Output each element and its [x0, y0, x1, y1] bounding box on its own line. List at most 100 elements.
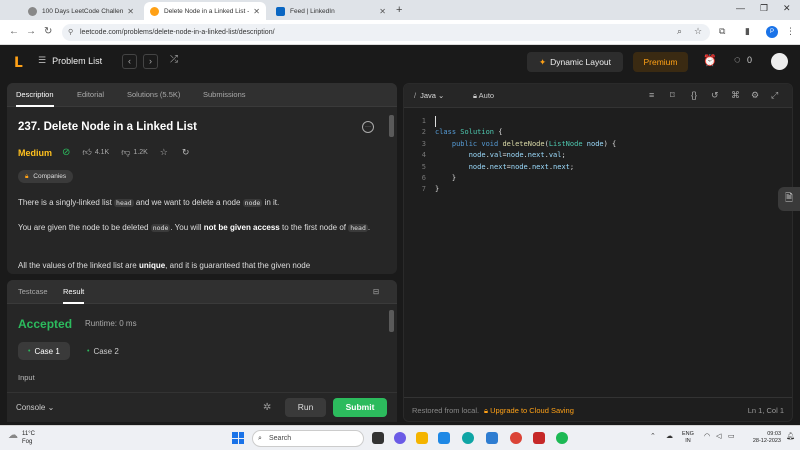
case-1-button[interactable]: • Case 1 — [18, 342, 70, 360]
url-text: leetcode.com/problems/delete-node-in-a-l… — [80, 29, 275, 36]
teams-icon[interactable] — [394, 432, 406, 444]
browser-tab-100-days[interactable]: 100 Days LeetCode Challenge ✕ — [22, 2, 140, 20]
fullscreen-icon[interactable]: ⤢ — [771, 90, 778, 101]
wifi-icon[interactable]: ◠ — [704, 432, 710, 440]
companies-tag[interactable]: 🔒︎ Companies — [18, 170, 74, 183]
restore-icon[interactable]: ❐ — [760, 3, 768, 14]
bookmark-icon[interactable]: ⌑ — [670, 90, 675, 101]
site-info-icon[interactable]: ⚲ — [68, 24, 73, 41]
input-label: Input — [18, 373, 35, 382]
language-select[interactable]: / Java ⌄ — [414, 91, 444, 100]
editor-toolbar: / Java ⌄ 🔒︎ Auto ≡ ⌑ {} ↺ ⌘ ⚙ ⤢ — [404, 84, 792, 108]
leetcode-logo-icon[interactable]: ᒪ — [14, 54, 28, 70]
windows-start-icon[interactable] — [232, 432, 244, 444]
tab-description[interactable]: Description — [16, 90, 54, 107]
dynamic-layout-button[interactable]: ✦ Dynamic Layout — [527, 52, 623, 72]
description-scrollbar[interactable] — [389, 115, 394, 137]
thumbs-up-icon[interactable]: 👍︎ — [82, 147, 91, 158]
address-bar-row: ← → ↻ ⚲ leetcode.com/problems/delete-nod… — [0, 20, 800, 45]
notifications-bell-icon[interactable]: 🔔︎ — [786, 432, 795, 440]
problem-list-button[interactable]: ☰ Problem List — [38, 55, 102, 66]
case-2-button[interactable]: • Case 2 — [77, 342, 129, 360]
alarm-clock-icon[interactable]: ⏰ — [703, 54, 717, 67]
submit-button[interactable]: Submit — [333, 398, 387, 417]
result-scrollbar[interactable] — [389, 310, 394, 332]
extensions-icon[interactable]: ⧉ — [719, 26, 725, 37]
profile-avatar[interactable]: P — [766, 26, 778, 38]
code-area[interactable]: 1 2 class Solution { 3 public void delete… — [404, 116, 792, 196]
store-icon[interactable] — [438, 432, 450, 444]
favorite-star-icon[interactable]: ☆ — [160, 147, 168, 158]
language-label: Java — [420, 91, 436, 100]
console-toggle[interactable]: Console ⌄ — [16, 403, 54, 412]
forward-icon[interactable]: → — [26, 26, 36, 37]
language-indicator[interactable]: ENG IN — [682, 431, 694, 445]
edge-icon[interactable] — [462, 432, 474, 444]
windows-taskbar: ☁ 11°C Fog ⌕ Search ⌃ ☁ ENG IN ◠ ◁ ▭ 09:… — [0, 425, 800, 450]
auto-mode-toggle[interactable]: 🔒︎ Auto — [473, 91, 494, 101]
minimize-icon[interactable]: — — [736, 3, 745, 13]
tab-submissions[interactable]: Submissions — [203, 90, 246, 99]
close-icon[interactable]: ✕ — [379, 7, 386, 16]
share-icon[interactable]: ↻ — [182, 147, 190, 158]
streak-fire-icon[interactable]: ◌ — [734, 54, 741, 66]
side-file-icon[interactable]: 🗎︎ — [778, 187, 800, 211]
chrome-icon[interactable] — [510, 432, 522, 444]
bookmark-star-icon[interactable]: ☆ — [694, 26, 702, 37]
taskbar-search[interactable]: ⌕ Search — [252, 430, 364, 447]
battery-icon[interactable]: ▭ — [728, 432, 735, 440]
format-icon[interactable]: ≡ — [649, 90, 654, 100]
browser-tab-linkedin[interactable]: Feed | LinkedIn ✕ — [270, 2, 392, 20]
mcafee-icon[interactable] — [533, 432, 545, 444]
browser-tab-delete-node[interactable]: Delete Node in a Linked List - L ✕ — [144, 2, 266, 20]
description-panel: Description Editorial Solutions (5.5K) S… — [7, 83, 397, 274]
back-icon[interactable]: ← — [9, 26, 19, 37]
system-clock[interactable]: 09:03 28-12-2023 — [745, 431, 781, 445]
sidepanel-icon[interactable]: ▮ — [745, 26, 750, 37]
close-window-icon[interactable]: ✕ — [783, 3, 791, 14]
tray-cloud-icon[interactable]: ☁ — [666, 432, 673, 440]
code-line: 7} — [404, 184, 792, 195]
close-icon[interactable]: ✕ — [127, 7, 134, 16]
reload-icon[interactable]: ↻ — [44, 26, 52, 37]
weather-widget[interactable]: ☁ 11°C Fog — [8, 430, 35, 446]
file-explorer-icon[interactable] — [416, 432, 428, 444]
code-inline: node — [150, 224, 171, 232]
run-button[interactable]: Run — [285, 398, 326, 417]
likes-count: 4.1K — [94, 149, 110, 156]
braces-icon[interactable]: {} — [691, 90, 697, 100]
new-tab-button[interactable]: + — [396, 4, 402, 16]
next-problem-chevron-icon[interactable]: › — [143, 54, 158, 69]
upgrade-link[interactable]: 🔒︎ Upgrade to Cloud Saving — [484, 406, 574, 416]
tab-solutions[interactable]: Solutions (5.5K) — [127, 90, 180, 99]
zoom-icon[interactable]: ⌕ — [677, 26, 682, 37]
spotify-icon[interactable] — [556, 432, 568, 444]
shuffle-icon[interactable]: ⤮ — [170, 54, 178, 65]
tray-chevron-up-icon[interactable]: ⌃ — [650, 432, 656, 440]
close-icon[interactable]: ✕ — [253, 7, 260, 16]
menu-kebab-icon[interactable]: ⋮ — [786, 26, 795, 37]
more-options-icon[interactable]: ··· — [362, 121, 374, 133]
code-line: 6 } — [404, 173, 792, 184]
thumbs-down-icon[interactable]: 👎︎ — [121, 147, 130, 158]
code-text: } — [435, 185, 440, 194]
volume-icon[interactable]: ◁ — [716, 432, 721, 440]
user-avatar[interactable] — [771, 53, 788, 70]
shortcuts-icon[interactable]: ⌘ — [731, 90, 740, 101]
task-view-icon[interactable] — [372, 432, 384, 444]
premium-button[interactable]: Premium — [633, 52, 688, 72]
auto-label: Auto — [478, 91, 495, 100]
reset-icon[interactable]: ↺ — [711, 90, 719, 101]
tab-testcase[interactable]: Testcase — [18, 287, 48, 296]
clock-date: 28-12-2023 — [752, 438, 781, 444]
problem-list-label: Problem List — [52, 55, 103, 66]
settings-gear-icon[interactable]: ⚙ — [751, 90, 759, 101]
debug-bug-icon[interactable]: ✲ — [263, 402, 271, 413]
code-text: node.next=node.next.next; — [468, 162, 575, 171]
tab-result[interactable]: Result — [63, 287, 85, 304]
prev-problem-chevron-icon[interactable]: ‹ — [122, 54, 137, 69]
url-input[interactable]: ⚲ leetcode.com/problems/delete-node-in-a… — [62, 24, 710, 41]
app-icon[interactable] — [486, 432, 498, 444]
expand-panel-icon[interactable]: ⊟ — [373, 287, 379, 296]
tab-editorial[interactable]: Editorial — [77, 90, 104, 99]
